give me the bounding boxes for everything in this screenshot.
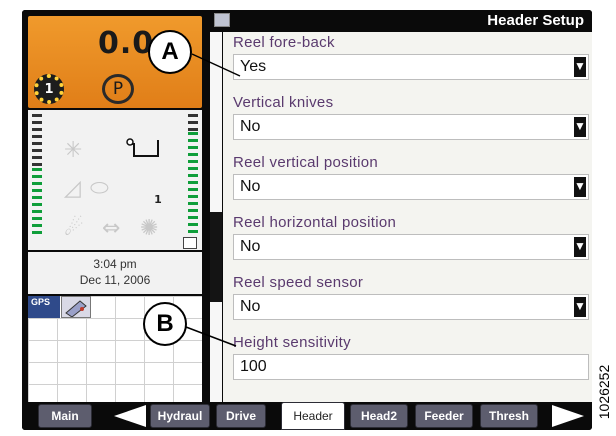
setting-label-height-sensitivity: Height sensitivity	[233, 334, 351, 351]
gear-number: 1	[44, 81, 54, 97]
cut-icon: ◿	[64, 176, 81, 201]
clock-time: 3:04 pm	[93, 257, 137, 271]
right-level-fill	[188, 132, 198, 234]
tab-bar: Main Hydraul Drive Header Head2 Feeder T…	[22, 402, 592, 430]
setting-field-vertical-knives[interactable]: No ▼	[233, 114, 589, 140]
light-icon: ✺	[140, 216, 159, 241]
scrollbar-thumb[interactable]	[210, 212, 222, 302]
fuel-icon	[183, 237, 197, 249]
callout-a-label: A	[161, 38, 179, 65]
callout-b: B	[143, 302, 187, 346]
setting-label-reel-speed-sensor: Reel speed sensor	[233, 274, 364, 291]
speed-value: 0.0	[98, 26, 155, 61]
setting-field-reel-fore-back[interactable]: Yes ▼	[233, 54, 589, 80]
fan-icon: ✳	[64, 138, 83, 163]
callout-a: A	[148, 30, 192, 74]
header-icon	[126, 138, 159, 157]
dropdown-arrow-icon[interactable]: ▼	[574, 117, 586, 137]
tab-thresh[interactable]: Thresh	[480, 404, 538, 428]
tab-head2[interactable]: Head2	[350, 404, 408, 428]
dropdown-arrow-icon[interactable]: ▼	[574, 177, 586, 197]
tab-label: Header	[293, 409, 333, 423]
tab-label: Feeder	[424, 409, 464, 423]
setting-field-reel-horizontal-position[interactable]: No ▼	[233, 234, 589, 260]
right-level-gauge	[188, 114, 198, 234]
setting-value: No	[240, 178, 261, 195]
setting-value: No	[240, 298, 261, 315]
gps-label: GPS	[31, 297, 51, 307]
tab-label: Thresh	[488, 409, 529, 423]
machine-status-grid: ✳ ◿ ⬭ ☄ ⇔ ✺ 1	[28, 110, 202, 250]
park-icon: P	[102, 74, 134, 104]
setting-field-reel-vertical-position[interactable]: No ▼	[233, 174, 589, 200]
tab-label: Main	[51, 409, 79, 423]
page-title: Header Setup	[487, 12, 584, 29]
setting-label-reel-fore-back: Reel fore-back	[233, 34, 335, 51]
setting-value: Yes	[240, 58, 267, 75]
park-label: P	[112, 79, 124, 99]
setting-value: 100	[240, 358, 267, 375]
clock-date: Dec 11, 2006	[79, 273, 151, 287]
header-count-badge: 1	[154, 193, 162, 206]
setting-label-reel-vertical-position: Reel vertical position	[233, 154, 378, 171]
figure-id-label: 1026252	[596, 364, 612, 420]
setting-label-reel-horizontal-position: Reel horizontal position	[233, 214, 397, 231]
dropdown-arrow-icon[interactable]: ▼	[574, 57, 586, 77]
tab-main[interactable]: Main	[38, 404, 92, 428]
display-screen: 0.0 1 P ✳ ◿ ⬭ ☄ ⇔ ✺ 1 3:04 pm Dec 11, 20…	[22, 10, 592, 430]
arrows-icon: ⇔	[102, 216, 121, 241]
setting-value: No	[240, 238, 261, 255]
setting-field-height-sensitivity[interactable]: 100	[233, 354, 589, 380]
tab-label: Head2	[360, 409, 398, 423]
dropdown-arrow-icon[interactable]: ▼	[574, 297, 586, 317]
gps-icon[interactable]: GPS	[28, 296, 60, 318]
pump-icon: ⬭	[90, 176, 109, 201]
tools-icon	[214, 13, 230, 27]
title-bar: Header Setup	[210, 10, 592, 32]
tab-drive[interactable]: Drive	[216, 404, 266, 428]
implement-icon[interactable]	[61, 296, 91, 318]
callout-b-label: B	[156, 310, 174, 337]
tab-feeder[interactable]: Feeder	[415, 404, 473, 428]
settings-panel: Reel fore-back Yes ▼ Vertical knives No …	[223, 32, 592, 402]
gear-icon: 1	[34, 74, 64, 104]
clock: 3:04 pm Dec 11, 2006	[28, 252, 202, 294]
previous-tab-arrow-icon[interactable]	[114, 405, 146, 427]
left-level-fill	[32, 168, 42, 234]
spray-icon: ☄	[64, 216, 84, 241]
left-level-gauge	[32, 114, 42, 234]
figure-id: 1026252	[594, 352, 614, 432]
setting-label-vertical-knives: Vertical knives	[233, 94, 334, 111]
tab-label: Hydraul	[157, 409, 203, 423]
tab-hydraul[interactable]: Hydraul	[150, 404, 210, 428]
tab-label: Drive	[225, 409, 257, 423]
next-tab-arrow-icon[interactable]	[552, 405, 584, 427]
tab-header[interactable]: Header	[281, 402, 345, 430]
setting-field-reel-speed-sensor[interactable]: No ▼	[233, 294, 589, 320]
setting-value: No	[240, 118, 261, 135]
dropdown-arrow-icon[interactable]: ▼	[574, 237, 586, 257]
